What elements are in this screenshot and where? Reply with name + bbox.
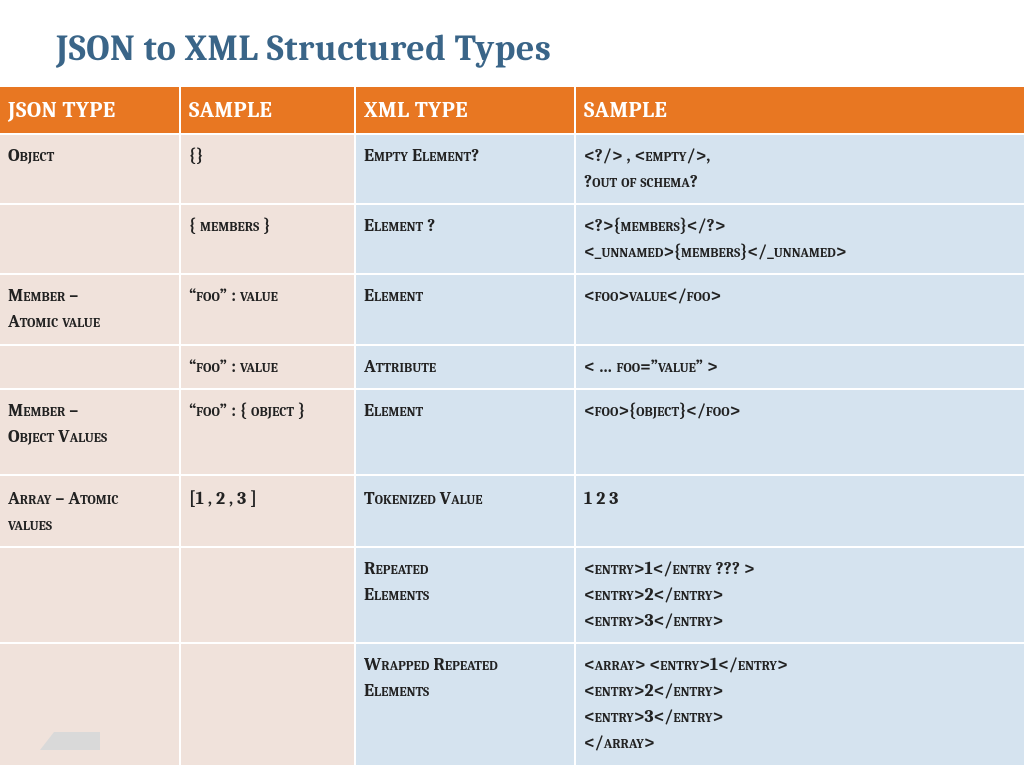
cell-line: Atomic value: [8, 309, 173, 335]
cell-c1: [0, 204, 180, 274]
cell-c3: Element: [355, 389, 575, 475]
cell-line: Member –: [8, 398, 173, 424]
cell-c3: Wrapped RepeatedElements: [355, 643, 575, 764]
cell-c3: Element: [355, 274, 575, 344]
cell-c2: “foo” : { object }: [180, 389, 355, 475]
cell-c3: Empty Element?: [355, 134, 575, 204]
cell-c1: Array – Atomicvalues: [0, 475, 180, 547]
cell-line: <entry>2</entry>: [584, 582, 1018, 608]
cell-line: Array – Atomic: [8, 486, 173, 512]
col-header-xml-sample: Sample: [575, 87, 1024, 134]
cell-line: <?>{members}</?>: [584, 213, 1018, 239]
cell-c2: [1 , 2 , 3 ]: [180, 475, 355, 547]
cell-c1: [0, 345, 180, 389]
cell-line: Elements: [364, 678, 568, 704]
cell-c4: <entry>1</entry ??? ><entry>2</entry><en…: [575, 547, 1024, 643]
table-row: Array – Atomicvalues[1 , 2 , 3 ]Tokenize…: [0, 475, 1024, 547]
col-header-json-sample: Sample: [180, 87, 355, 134]
slide-title: JSON to XML Structured Types: [0, 0, 1024, 87]
cell-c4: < … foo=”value” >: [575, 345, 1024, 389]
slide: JSON to XML Structured Types JSON Type S…: [0, 0, 1024, 768]
cell-c1: Member –Atomic value: [0, 274, 180, 344]
cell-c2: [180, 643, 355, 764]
cell-line: </array>: [584, 730, 1018, 756]
table-row: RepeatedElements<entry>1</entry ??? ><en…: [0, 547, 1024, 643]
cell-c1: Object: [0, 134, 180, 204]
cell-line: <entry>3</entry>: [584, 608, 1018, 634]
cell-c4: <?>{members}</?><_unnamed>{members}</_un…: [575, 204, 1024, 274]
footer-decoration: [40, 732, 100, 750]
cell-c2: [180, 547, 355, 643]
cell-line: ?out of schema?: [584, 169, 1018, 195]
cell-line: <entry>2</entry>: [584, 678, 1018, 704]
table-row: “foo” : valueAttribute< … foo=”value” >: [0, 345, 1024, 389]
table-row: { members }Element ?<?>{members}</?><_un…: [0, 204, 1024, 274]
table-row: Member –Object Values“foo” : { object }E…: [0, 389, 1024, 475]
table-row: Wrapped RepeatedElements<array> <entry>1…: [0, 643, 1024, 764]
cell-c4: <foo>{object}</foo>: [575, 389, 1024, 475]
cell-line: values: [8, 512, 173, 538]
cell-line: Repeated: [364, 556, 568, 582]
cell-c2: “foo” : value: [180, 345, 355, 389]
type-mapping-table: JSON Type Sample XML Type Sample Object{…: [0, 87, 1024, 765]
col-header-json-type: JSON Type: [0, 87, 180, 134]
cell-line: Object Values: [8, 424, 173, 450]
cell-c2: { members }: [180, 204, 355, 274]
table-row: Object{}Empty Element?<?/> , <empty/>,?o…: [0, 134, 1024, 204]
cell-line: Elements: [364, 582, 568, 608]
cell-c3: Attribute: [355, 345, 575, 389]
table-row: Member –Atomic value“foo” : valueElement…: [0, 274, 1024, 344]
cell-line: <entry>1</entry ??? >: [584, 556, 1018, 582]
cell-c4: <foo>value</foo>: [575, 274, 1024, 344]
cell-line: <_unnamed>{members}</_unnamed>: [584, 239, 1018, 265]
cell-c3: Element ?: [355, 204, 575, 274]
cell-c2: {}: [180, 134, 355, 204]
cell-line: <?/> , <empty/>,: [584, 143, 1018, 169]
cell-c2: “foo” : value: [180, 274, 355, 344]
col-header-xml-type: XML Type: [355, 87, 575, 134]
cell-line: Member –: [8, 283, 173, 309]
cell-c3: Tokenized Value: [355, 475, 575, 547]
cell-c4: 1 2 3: [575, 475, 1024, 547]
cell-c3: RepeatedElements: [355, 547, 575, 643]
cell-line: <array> <entry>1</entry>: [584, 652, 1018, 678]
cell-line: <entry>3</entry>: [584, 704, 1018, 730]
cell-c4: <array> <entry>1</entry> <entry>2</entry…: [575, 643, 1024, 764]
cell-c4: <?/> , <empty/>,?out of schema?: [575, 134, 1024, 204]
cell-line: Wrapped Repeated: [364, 652, 568, 678]
cell-c1: [0, 547, 180, 643]
cell-c1: Member –Object Values: [0, 389, 180, 475]
